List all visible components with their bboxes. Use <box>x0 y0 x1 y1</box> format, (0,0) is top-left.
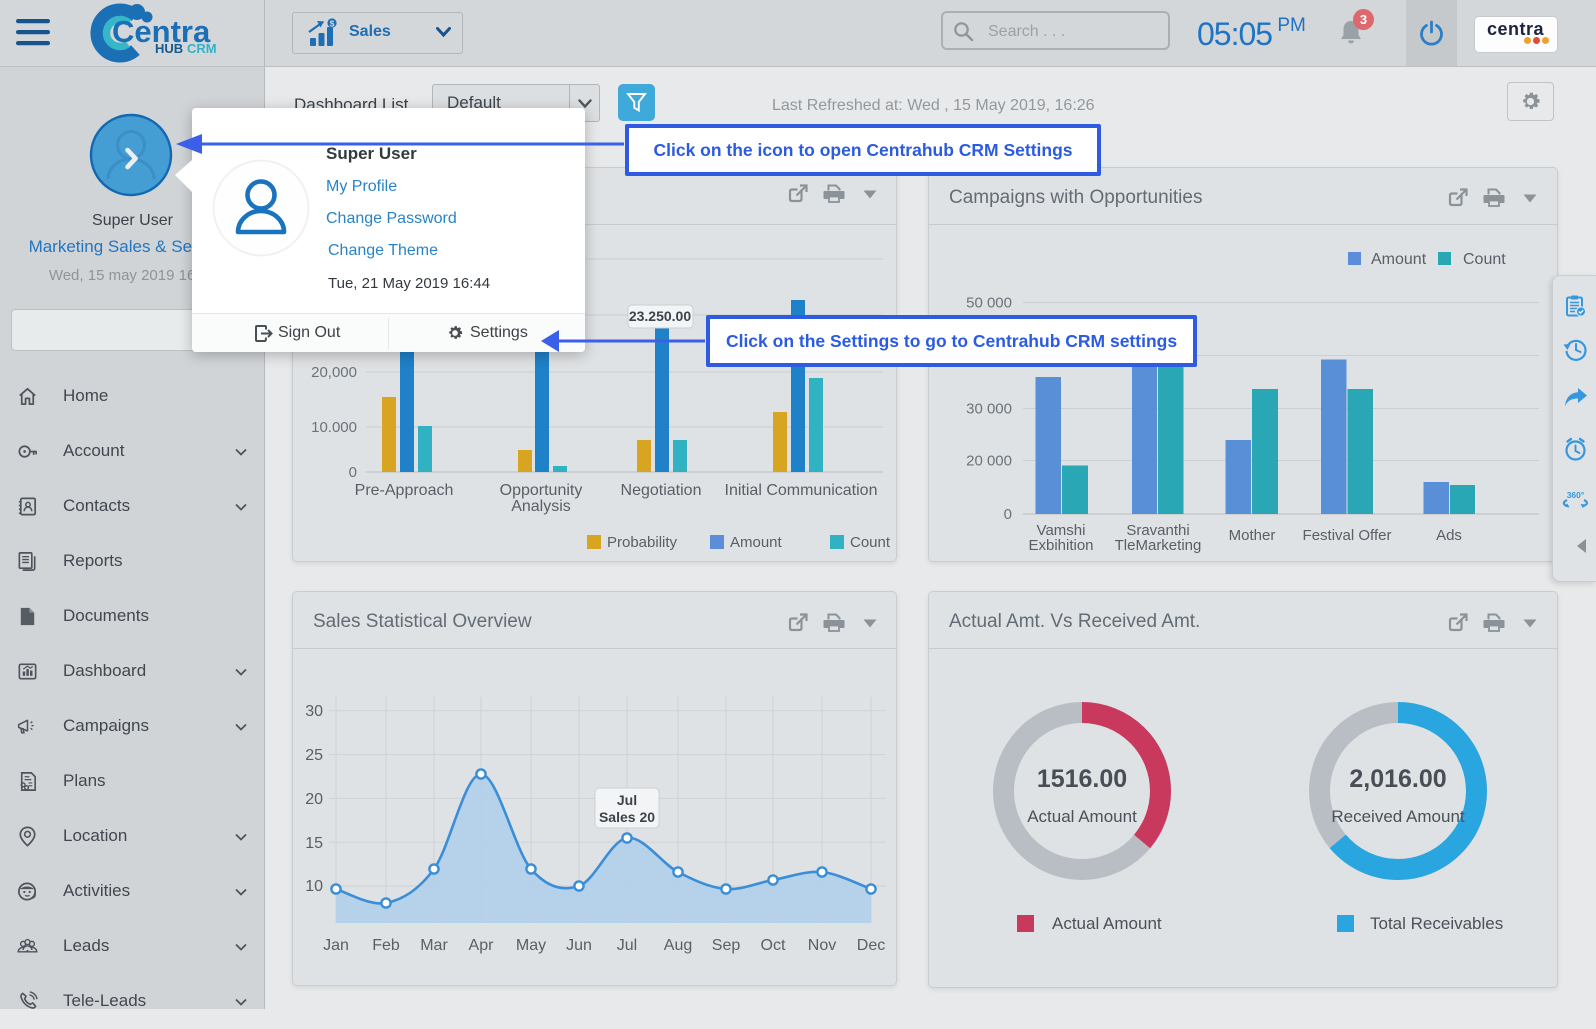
svg-text:Nov: Nov <box>808 937 836 954</box>
svg-text:Count: Count <box>850 534 891 551</box>
svg-text:CRM: CRM <box>187 41 217 56</box>
svg-text:May: May <box>516 937 546 954</box>
svg-text:Amount: Amount <box>730 534 783 551</box>
svg-text:23.250.00: 23.250.00 <box>629 308 691 324</box>
svg-text:20 000: 20 000 <box>966 453 1012 470</box>
svg-text:0: 0 <box>1004 506 1012 523</box>
svg-text:Exbihition: Exbihition <box>1028 537 1093 554</box>
svg-text:50 000: 50 000 <box>966 295 1012 312</box>
svg-text:Pre-Approach: Pre-Approach <box>355 482 454 499</box>
svg-text:Actual Amount: Actual Amount <box>1027 807 1137 826</box>
svg-text:Apr: Apr <box>469 937 495 954</box>
svg-text:Amount: Amount <box>1371 251 1427 268</box>
svg-text:Analysis: Analysis <box>511 498 571 515</box>
svg-text:360°: 360° <box>1567 490 1585 500</box>
svg-text:Aug: Aug <box>664 937 692 954</box>
svg-text:25: 25 <box>305 747 323 764</box>
svg-text:Sales 20: Sales 20 <box>599 809 655 825</box>
svg-text:Probability: Probability <box>607 534 678 551</box>
svg-text:Actual Amount: Actual Amount <box>1052 914 1162 933</box>
svg-text:Initial Communication: Initial Communication <box>725 482 878 499</box>
svg-text:HUB: HUB <box>155 41 183 56</box>
svg-text:Festival Offer: Festival Offer <box>1303 527 1392 544</box>
svg-text:Ads: Ads <box>1436 527 1462 544</box>
svg-text:10.000: 10.000 <box>311 419 357 436</box>
svg-text:Oct: Oct <box>761 937 786 954</box>
svg-text:Opportunity: Opportunity <box>500 482 583 499</box>
svg-text:Mother: Mother <box>1229 527 1276 544</box>
svg-text:Total Receivables: Total Receivables <box>1370 914 1503 933</box>
svg-text:Jun: Jun <box>566 937 592 954</box>
svg-text:30 000: 30 000 <box>966 401 1012 418</box>
svg-text:Jul: Jul <box>617 937 637 954</box>
svg-text:Received Amount: Received Amount <box>1331 807 1465 826</box>
svg-text:Feb: Feb <box>372 937 400 954</box>
svg-text:0: 0 <box>349 464 357 481</box>
svg-text:20: 20 <box>305 791 323 808</box>
svg-text:TleMarketing: TleMarketing <box>1115 537 1202 554</box>
svg-text:Negotiation: Negotiation <box>621 482 702 499</box>
svg-text:$: $ <box>330 18 335 28</box>
svg-text:Jan: Jan <box>323 937 349 954</box>
svg-text:30: 30 <box>305 703 323 720</box>
svg-text:15: 15 <box>305 835 323 852</box>
svg-text:Sep: Sep <box>712 937 741 954</box>
svg-text:Dec: Dec <box>857 937 885 954</box>
svg-text:Count: Count <box>1463 251 1506 268</box>
svg-text:20,000: 20,000 <box>311 364 357 381</box>
svg-text:2,016.00: 2,016.00 <box>1349 765 1446 793</box>
svg-text:1516.00: 1516.00 <box>1037 765 1127 793</box>
svg-text:10: 10 <box>305 878 323 895</box>
svg-text:Mar: Mar <box>420 937 448 954</box>
svg-text:Jul: Jul <box>617 792 637 808</box>
